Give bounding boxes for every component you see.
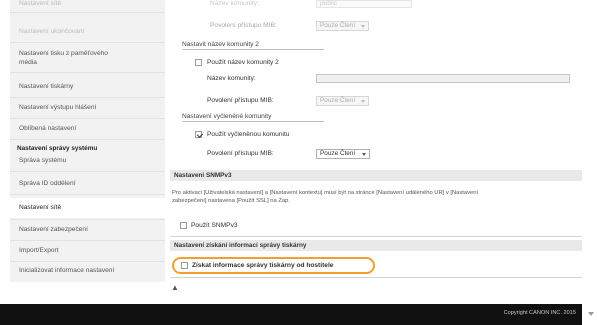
community2-name-label: Název komunity: [207, 75, 256, 82]
chevron-down-icon [361, 100, 365, 103]
sidebar-divider [10, 194, 165, 195]
snmpv3-section-header: Nastavení SNMPv3 [170, 170, 582, 181]
sidebar-item-favorites[interactable]: Oblíbená nastavení [10, 125, 165, 134]
dedicated-mib-value: Pouze Čtení [320, 150, 356, 157]
chevron-down-icon [362, 153, 366, 156]
sidebar-item-label: Nastavení sítě [19, 0, 62, 7]
main-content: Název komunity: public Povolení přístupu… [170, 0, 582, 292]
sidebar-item-label: Nastavení ukončování [19, 28, 85, 35]
community2-mib-select[interactable]: Pouze Čtení [316, 96, 369, 106]
sidebar-section-title: Nastavení správy systému [17, 145, 98, 152]
sidebar-item-label: Nastavení sítě [19, 203, 62, 211]
sidebar-item-label-line2: média [19, 58, 37, 66]
dedicated-mib-label: Povolení přístupu MIB: [207, 150, 274, 157]
community1-mib-label: Povolení přístupu MIB: [210, 22, 277, 29]
snmpv3-info-text: Pro aktivaci [Uživatelská nastavení] a [… [172, 189, 576, 205]
sidebar-divider [10, 261, 165, 262]
community1-name-label: Název komunity: [210, 0, 259, 7]
community2-mib-value: Pouze Čtení [320, 97, 356, 104]
snmpv3-info-line: zabezpečení] nastavena [Použít SSL] na Z… [172, 198, 290, 204]
sidebar-divider [10, 42, 165, 43]
sidebar-divider [10, 139, 165, 140]
use-community2-label: Použít název komunity 2 [207, 59, 279, 66]
sidebar-item-import-export[interactable]: Import/Export [10, 247, 165, 256]
copyright-text: Copyright CANON INC. 2015 [503, 310, 576, 316]
sidebar: Nastavení sítě Nastavení ukončování Nast… [10, 0, 165, 282]
sidebar-divider [10, 12, 165, 13]
chevron-down-icon [361, 25, 365, 28]
dedicated-mib-select[interactable]: Pouze Čtení [316, 149, 370, 159]
use-dedicated-community-label: Použít vyčleněnou komunitu [207, 131, 290, 138]
sidebar-item-label: Import/Export [19, 247, 59, 254]
use-community2-checkbox[interactable] [195, 59, 202, 66]
snmpv3-info-line: Pro aktivaci [Uživatelská nastavení] a [… [172, 190, 479, 196]
sidebar-item-label: Správa ID oddělení [19, 180, 76, 187]
section-divider [170, 277, 582, 278]
printer-mgmt-section-header: Nastavení získání informací správy tiská… [170, 240, 582, 251]
section-divider [170, 236, 582, 237]
sidebar-divider [10, 171, 165, 172]
sidebar-divider [10, 118, 165, 119]
scroll-down-icon[interactable] [588, 312, 594, 316]
sidebar-item-printer-settings[interactable]: Nastavení tiskárny [10, 83, 165, 92]
sidebar-item-label: Oblíbená nastavení [19, 125, 77, 132]
sidebar-item-system-management[interactable]: Správa systému [10, 157, 165, 166]
sidebar-item-label: Nastavení zabezpečení [19, 226, 88, 233]
community2-header: Nastavit název komunity 2 [182, 41, 324, 50]
community1-name-value: public [320, 0, 338, 7]
sidebar-item-label: Správa systému [19, 157, 67, 164]
community2-name-input[interactable] [316, 74, 570, 83]
footer: Copyright CANON INC. 2015 [0, 304, 582, 325]
sidebar-item-department-id[interactable]: Správa ID oddělení [10, 180, 165, 189]
sidebar-item-network-faded[interactable]: Nastavení sítě [10, 0, 165, 9]
sidebar-item-memory-media-print[interactable]: Nastavení tisku z paměťového média [10, 50, 165, 67]
sidebar-item-label: Nastavení výstupu hlášení [19, 104, 97, 111]
get-printer-mgmt-info-label: Získat informace správy tiskárny od host… [192, 262, 334, 269]
sidebar-item-label: Inicializovat informace nastavení [19, 267, 115, 274]
dedicated-community-header: Nastavení vyčleněné komunity [182, 113, 324, 122]
community1-mib-select[interactable]: Pouze Čtení [316, 21, 369, 31]
sidebar-item-finishing[interactable]: Nastavení ukončování [10, 28, 165, 37]
scrollbar[interactable] [585, 0, 597, 325]
sidebar-item-network-settings[interactable]: Nastavení sítě [10, 198, 165, 218]
community2-mib-label: Povolení přístupu MIB: [207, 97, 274, 104]
use-dedicated-community-checkbox[interactable] [195, 131, 202, 138]
sidebar-item-label: Nastavení tiskárny [19, 83, 74, 90]
sidebar-divider [10, 240, 165, 241]
sidebar-item-security-settings[interactable]: Nastavení zabezpečení [10, 226, 165, 235]
sidebar-item-initialize-settings[interactable]: Inicializovat informace nastavení [10, 267, 165, 276]
sidebar-divider [10, 72, 165, 73]
sidebar-divider [10, 219, 165, 220]
back-to-top-icon[interactable]: ▲ [171, 283, 179, 292]
use-snmpv3-checkbox[interactable] [180, 222, 187, 229]
sidebar-item-label: Nastavení tisku z paměťového [19, 50, 108, 57]
get-printer-mgmt-info-checkbox[interactable] [181, 262, 188, 269]
sidebar-divider [10, 97, 165, 98]
community1-mib-value: Pouze Čtení [320, 22, 356, 29]
sidebar-item-report-output[interactable]: Nastavení výstupu hlášení [10, 104, 165, 113]
use-snmpv3-label: Použít SNMPv3 [191, 222, 238, 229]
